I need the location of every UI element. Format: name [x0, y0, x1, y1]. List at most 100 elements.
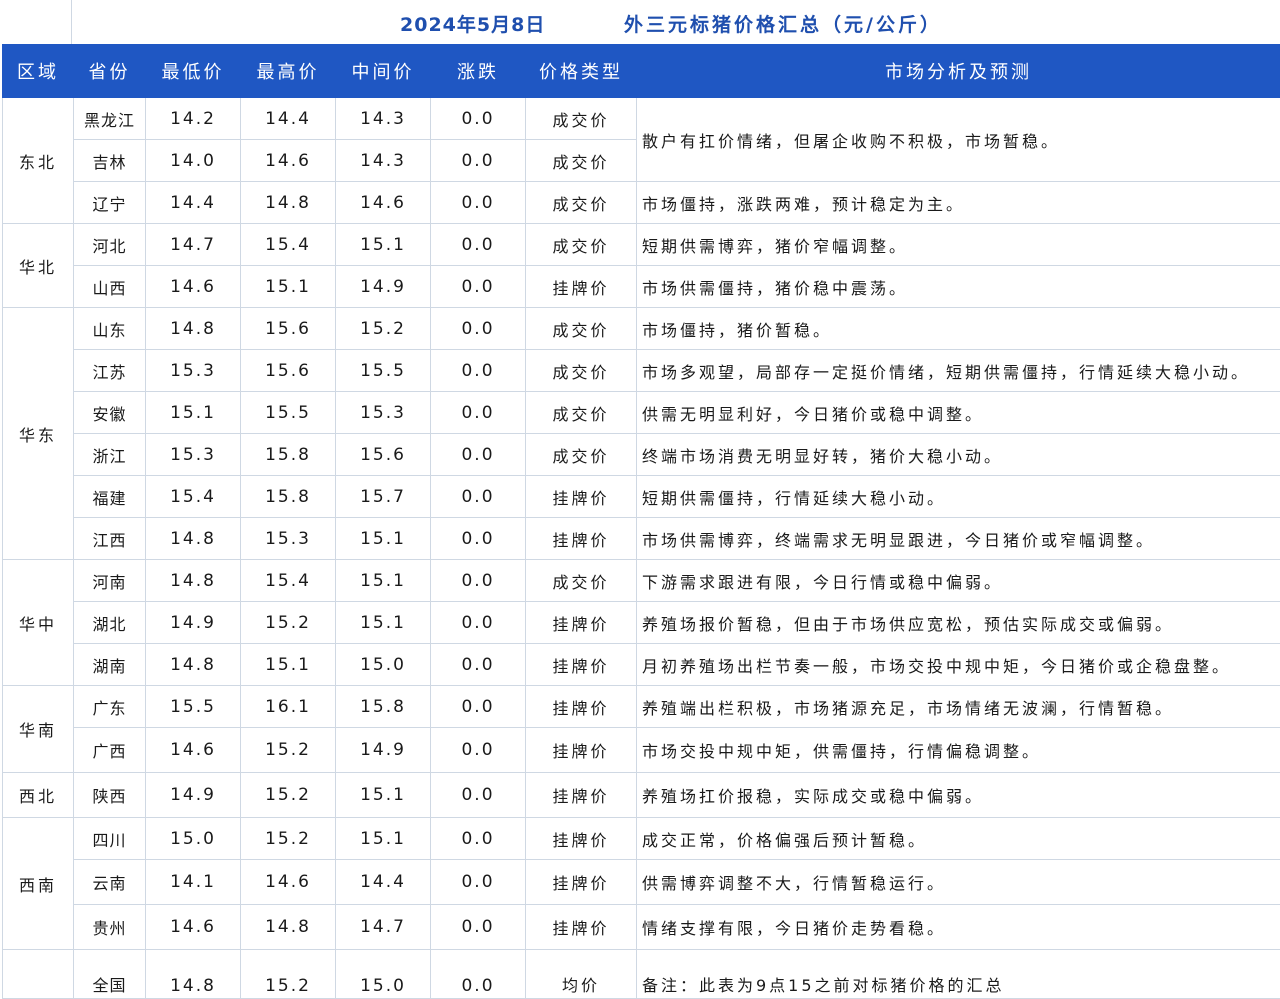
- table-row: 江苏15.315.615.50.0成交价市场多观望，局部存一定挺价情绪，短期供需…: [3, 350, 1280, 392]
- high-price-cell: 15.6: [241, 350, 336, 392]
- high-price-cell: 15.4: [241, 560, 336, 602]
- price-type-cell: 成交价: [526, 350, 637, 392]
- header-row: 区域 省份 最低价 最高价 中间价 涨跌 价格类型 市场分析及预测: [3, 45, 1280, 98]
- table-row: 湖北14.915.215.10.0挂牌价养殖场报价暂稳，但由于市场供应宽松，预估…: [3, 602, 1280, 644]
- header-change: 涨跌: [431, 45, 526, 98]
- change-cell: 0.0: [431, 266, 526, 308]
- province-cell: 山西: [74, 266, 146, 308]
- mid-price-cell: 14.3: [336, 140, 431, 182]
- mid-price-cell: 15.8: [336, 686, 431, 728]
- mid-price-cell: 14.7: [336, 905, 431, 950]
- region-cell: 华南: [3, 686, 74, 773]
- province-cell: 山东: [74, 308, 146, 350]
- low-price-cell: 14.9: [146, 773, 241, 818]
- analysis-cell: 市场僵持，猪价暂稳。: [637, 308, 1280, 350]
- report-title: 外三元标猪价格汇总（元/公斤）: [624, 10, 942, 37]
- change-cell: 0.0: [431, 224, 526, 266]
- mid-price-cell: 15.0: [336, 950, 431, 999]
- mid-price-cell: 15.3: [336, 392, 431, 434]
- province-cell: 黑龙江: [74, 98, 146, 140]
- table-row: 东北黑龙江14.214.414.30.0成交价散户有扛价情绪，但屠企收购不积极，…: [3, 98, 1280, 140]
- table-row: 西北陕西14.915.215.10.0挂牌价养殖场扛价报稳，实际成交或稳中偏弱。: [3, 773, 1280, 818]
- high-price-cell: 15.2: [241, 728, 336, 773]
- low-price-cell: 14.8: [146, 518, 241, 560]
- table-row: 江西14.815.315.10.0挂牌价市场供需博弈，终端需求无明显跟进，今日猪…: [3, 518, 1280, 560]
- low-price-cell: 15.5: [146, 686, 241, 728]
- change-cell: 0.0: [431, 860, 526, 905]
- province-cell: 江苏: [74, 350, 146, 392]
- mid-price-cell: 15.1: [336, 560, 431, 602]
- price-type-cell: 挂牌价: [526, 818, 637, 860]
- high-price-cell: 15.5: [241, 392, 336, 434]
- price-type-cell: 挂牌价: [526, 644, 637, 686]
- province-cell: 云南: [74, 860, 146, 905]
- change-cell: 0.0: [431, 686, 526, 728]
- province-cell: 湖南: [74, 644, 146, 686]
- analysis-cell: 供需无明显利好，今日猪价或稳中调整。: [637, 392, 1280, 434]
- change-cell: 0.0: [431, 773, 526, 818]
- table-row: 山西14.615.114.90.0挂牌价市场供需僵持，猪价稳中震荡。: [3, 266, 1280, 308]
- change-cell: 0.0: [431, 140, 526, 182]
- mid-price-cell: 14.3: [336, 98, 431, 140]
- low-price-cell: 15.4: [146, 476, 241, 518]
- high-price-cell: 15.2: [241, 818, 336, 860]
- region-cell: 西北: [3, 773, 74, 818]
- mid-price-cell: 15.7: [336, 476, 431, 518]
- province-cell: 广东: [74, 686, 146, 728]
- province-cell: 吉林: [74, 140, 146, 182]
- header-mid: 中间价: [336, 45, 431, 98]
- header-province: 省份: [74, 45, 146, 98]
- low-price-cell: 14.2: [146, 98, 241, 140]
- table-row: 浙江15.315.815.60.0成交价终端市场消费无明显好转，猪价大稳小动。: [3, 434, 1280, 476]
- analysis-cell: 情绪支撑有限，今日猪价走势看稳。: [637, 905, 1280, 950]
- low-price-cell: 14.9: [146, 602, 241, 644]
- high-price-cell: 14.8: [241, 905, 336, 950]
- province-cell: 安徽: [74, 392, 146, 434]
- region-cell-empty: [3, 950, 74, 999]
- high-price-cell: 15.4: [241, 224, 336, 266]
- change-cell: 0.0: [431, 98, 526, 140]
- low-price-cell: 15.3: [146, 350, 241, 392]
- mid-price-cell: 14.6: [336, 182, 431, 224]
- price-type-cell: 挂牌价: [526, 905, 637, 950]
- price-type-cell: 挂牌价: [526, 686, 637, 728]
- province-cell: 辽宁: [74, 182, 146, 224]
- mid-price-cell: 15.1: [336, 773, 431, 818]
- analysis-cell: 散户有扛价情绪，但屠企收购不积极，市场暂稳。: [637, 98, 1280, 182]
- region-cell: 东北: [3, 98, 74, 224]
- region-cell: 西南: [3, 818, 74, 950]
- price-type-cell: 成交价: [526, 224, 637, 266]
- mid-price-cell: 15.1: [336, 602, 431, 644]
- mid-price-cell: 14.9: [336, 266, 431, 308]
- low-price-cell: 14.6: [146, 266, 241, 308]
- table-body: 东北黑龙江14.214.414.30.0成交价散户有扛价情绪，但屠企收购不积极，…: [3, 98, 1280, 999]
- header-region: 区域: [3, 45, 74, 98]
- analysis-cell: 养殖端出栏积极，市场猪源充足，市场情绪无波澜，行情暂稳。: [637, 686, 1280, 728]
- change-cell: 0.0: [431, 182, 526, 224]
- mid-price-cell: 15.0: [336, 644, 431, 686]
- report-date: 2024年5月8日: [400, 10, 545, 37]
- analysis-cell: 短期供需僵持，行情延续大稳小动。: [637, 476, 1280, 518]
- price-type-cell: 挂牌价: [526, 860, 637, 905]
- price-type-cell: 挂牌价: [526, 773, 637, 818]
- low-price-cell: 14.1: [146, 860, 241, 905]
- low-price-cell: 14.7: [146, 224, 241, 266]
- province-cell: 河南: [74, 560, 146, 602]
- high-price-cell: 14.4: [241, 98, 336, 140]
- low-price-cell: 15.0: [146, 818, 241, 860]
- region-cell: 华中: [3, 560, 74, 686]
- analysis-cell: 市场供需僵持，猪价稳中震荡。: [637, 266, 1280, 308]
- change-cell: 0.0: [431, 950, 526, 999]
- low-price-cell: 14.4: [146, 182, 241, 224]
- province-cell: 全国: [74, 950, 146, 999]
- price-type-cell: 挂牌价: [526, 602, 637, 644]
- price-type-cell: 成交价: [526, 560, 637, 602]
- low-price-cell: 15.3: [146, 434, 241, 476]
- high-price-cell: 15.6: [241, 308, 336, 350]
- high-price-cell: 15.8: [241, 476, 336, 518]
- mid-price-cell: 15.5: [336, 350, 431, 392]
- table-row: 华南广东15.516.115.80.0挂牌价养殖端出栏积极，市场猪源充足，市场情…: [3, 686, 1280, 728]
- analysis-cell: 养殖场报价暂稳，但由于市场供应宽松，预估实际成交或偏弱。: [637, 602, 1280, 644]
- price-type-cell: 挂牌价: [526, 476, 637, 518]
- price-type-cell: 成交价: [526, 182, 637, 224]
